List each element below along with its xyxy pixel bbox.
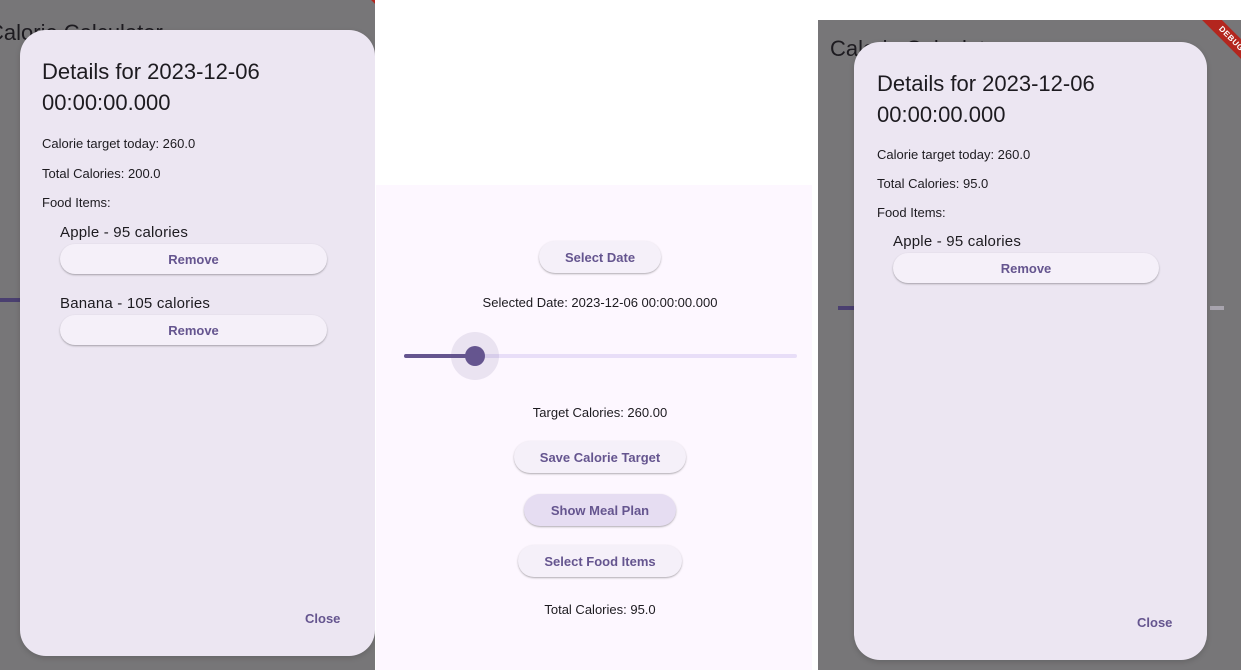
remove-button[interactable]: Remove	[60, 315, 327, 345]
save-calorie-target-button[interactable]: Save Calorie Target	[514, 441, 686, 473]
dialog-title: Details for 2023-12-06 00:00:00.000	[877, 71, 1095, 127]
remove-button[interactable]: Remove	[60, 244, 327, 274]
dialog-title: Details for 2023-12-06 00:00:00.000	[42, 59, 260, 115]
debug-banner	[346, 0, 375, 33]
calorie-target-text: Calorie target today: 260.0	[42, 136, 196, 151]
total-calories-text: Total Calories: 95.0	[877, 176, 989, 191]
slider-thumb[interactable]	[464, 346, 485, 366]
left-screen: Calorie Calculator Details for 2023-12-0…	[0, 0, 375, 670]
right-screen: Calorie Calculator DEBUG Details for 202…	[818, 20, 1241, 670]
food-item-name: Apple - 95 calories	[60, 224, 189, 241]
slider-track-behind-right	[1210, 306, 1224, 310]
food-item-name: Banana - 105 calories	[60, 295, 211, 312]
selected-date-text: Selected Date: 2023-12-06 00:00:00.000	[482, 295, 718, 310]
close-button[interactable]: Close	[1137, 615, 1172, 630]
show-meal-plan-button[interactable]: Show Meal Plan	[524, 494, 676, 526]
middle-screen: Select Date Selected Date: 2023-12-06 00…	[376, 185, 812, 670]
food-items-label: Food Items:	[42, 195, 111, 210]
close-button[interactable]: Close	[305, 611, 340, 626]
select-food-items-button[interactable]: Select Food Items	[518, 545, 682, 577]
total-calories-text: Total Calories: 200.0	[42, 166, 161, 181]
details-dialog: Details for 2023-12-06 00:00:00.000 Calo…	[20, 30, 375, 656]
food-item-name: Apple - 95 calories	[893, 233, 1022, 250]
target-calories-text: Target Calories: 260.00	[532, 405, 668, 420]
total-calories-text: Total Calories: 95.0	[544, 602, 656, 617]
food-items-label: Food Items:	[877, 205, 946, 220]
calorie-target-text: Calorie target today: 260.0	[877, 147, 1031, 162]
remove-button[interactable]: Remove	[893, 253, 1159, 283]
details-dialog: Details for 2023-12-06 00:00:00.000 Calo…	[854, 42, 1207, 660]
select-date-button[interactable]: Select Date	[539, 241, 661, 273]
